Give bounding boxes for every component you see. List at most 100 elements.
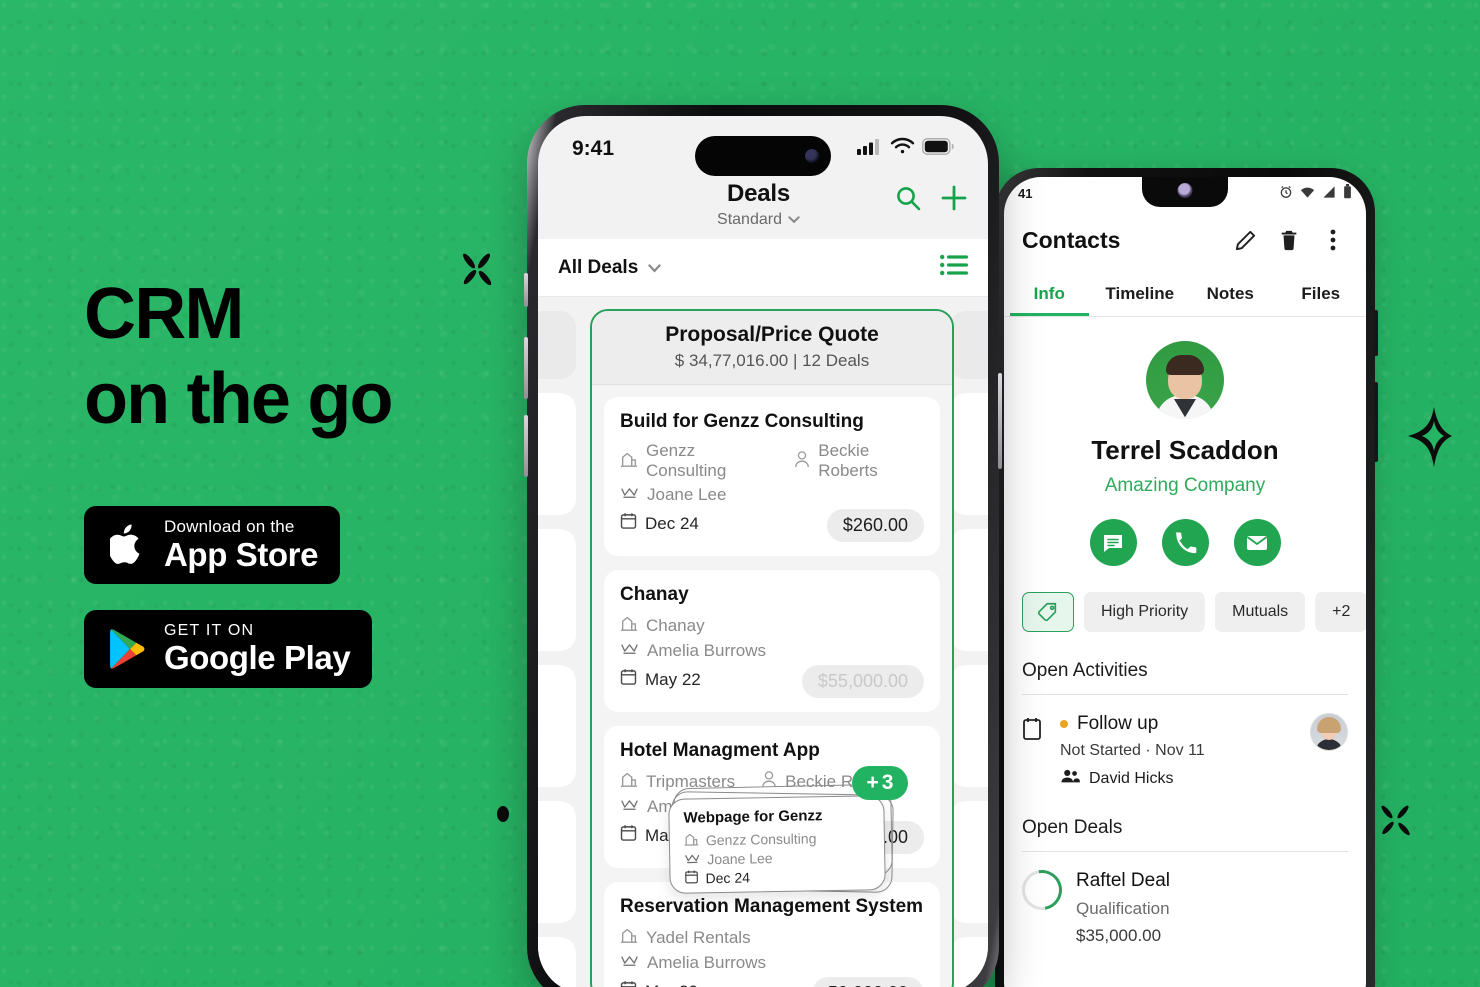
activity-title-row: Follow up (1060, 713, 1298, 735)
deal-title: Raftel Deal (1076, 870, 1170, 891)
tab-timeline[interactable]: Timeline (1095, 271, 1186, 316)
deal-card[interactable]: Chanay Chanay Amelia Burrows May 22 $55,… (604, 570, 940, 712)
dragged-deal-name: Webpage for Genzz (683, 807, 823, 827)
dragged-card-badge-plus: + (866, 771, 879, 794)
email-icon[interactable] (1233, 519, 1281, 566)
building-icon (684, 831, 699, 849)
calendar-icon (620, 980, 637, 987)
plus-icon[interactable] (940, 184, 968, 217)
open-deals-heading: Open Deals (1022, 817, 1123, 838)
deals-filter-label: All Deals (558, 256, 639, 278)
signal-icon (857, 137, 883, 161)
wifi-icon (890, 137, 915, 161)
iphone-mute-switch[interactable] (524, 273, 528, 307)
deals-filter-dropdown[interactable]: All Deals (558, 256, 662, 279)
crown-icon (620, 485, 639, 505)
tab-notes[interactable]: Notes (1185, 271, 1276, 316)
tab-info[interactable]: Info (1004, 271, 1095, 316)
trash-icon[interactable] (1274, 229, 1304, 251)
wifi-icon (1300, 185, 1315, 202)
page-title: Contacts (1022, 226, 1121, 253)
chevron-down-icon (787, 211, 800, 229)
deal-account: Yadel Rentals (646, 927, 751, 947)
search-icon[interactable] (895, 185, 921, 216)
kanban-column-previous[interactable] (538, 311, 576, 987)
deal-card[interactable]: Build for Genzz Consulting Genzz Consult… (604, 397, 940, 556)
app-store-badge[interactable]: Download on the App Store (84, 506, 341, 584)
phone-icon[interactable] (1161, 519, 1209, 566)
deal-card-placeholder (950, 529, 988, 651)
kanban-column-header-placeholder (538, 311, 576, 379)
dragged-deal-account: Genzz Consulting (705, 830, 817, 849)
tag-mutuals[interactable]: Mutuals (1215, 592, 1306, 632)
kanban-column-next[interactable] (950, 311, 988, 987)
hero-heading: CRM on the go (84, 272, 394, 442)
front-camera-icon (805, 149, 819, 163)
tag-mutuals-label: Mutuals (1232, 603, 1289, 620)
deal-contact: Beckie Roberts (818, 441, 878, 480)
chat-icon[interactable] (1089, 519, 1137, 566)
deal-card-placeholder (950, 801, 988, 923)
dragged-card-count-badge: + 3 (852, 766, 908, 800)
dragged-deal-owner-row: Joane Lee (684, 848, 870, 867)
activity-separator: · (1145, 742, 1151, 759)
deal-name: Reservation Management System (620, 896, 924, 917)
tag-high-priority[interactable]: High Priority (1084, 592, 1206, 632)
deals-kanban-board[interactable]: Proposal/Price Quote $ 34,77,016.00 | 12… (538, 297, 988, 987)
android-screen: 41 Contacts Info Timeline Notes Files Te… (1004, 177, 1366, 987)
contact-company[interactable]: Amazing Company (1004, 475, 1366, 497)
deal-account: Chanay (646, 615, 705, 635)
dragged-deal-card[interactable]: Webpage for Genzz Genzz Consulting Joane… (668, 795, 886, 894)
tab-files[interactable]: Files (1276, 271, 1367, 316)
deal-account: Genzz Consulting (646, 441, 727, 480)
activity-row[interactable]: Follow up Not Started · Nov 11 David Hic… (1004, 695, 1366, 789)
pencil-icon[interactable] (1230, 229, 1260, 252)
battery-icon (922, 137, 954, 161)
android-side-button[interactable] (1374, 310, 1378, 356)
deal-card-placeholder (538, 937, 576, 987)
building-icon (620, 926, 638, 949)
tab-files-label: Files (1301, 283, 1341, 303)
hero-line-1: CRM (84, 274, 244, 354)
four-point-star-icon (1400, 405, 1454, 474)
tag-overflow-count[interactable]: +2 (1315, 592, 1366, 632)
activity-date: Nov 11 (1155, 742, 1205, 759)
deal-account-row: Genzz Consulting Beckie Roberts (620, 441, 924, 481)
person-icon (794, 450, 810, 473)
activity-meta: Not Started · Nov 11 (1060, 742, 1298, 760)
google-play-badge[interactable]: GET IT ON Google Play (84, 610, 373, 688)
calendar-icon (620, 512, 637, 535)
iphone-mockup: 9:41 Deals Standard All Deals Proposal/P… (524, 105, 1002, 987)
status-dot (1060, 720, 1068, 728)
iphone-power-button[interactable] (998, 373, 1002, 469)
android-notch (1142, 177, 1228, 207)
kanban-column-body: Build for Genzz Consulting Genzz Consult… (592, 385, 952, 987)
dragged-deal-card-stack[interactable]: Webpage for Genzz Genzz Consulting Joane… (668, 766, 908, 894)
tag-icon[interactable] (1022, 592, 1074, 632)
more-vertical-icon[interactable] (1318, 228, 1348, 252)
list-view-icon[interactable] (940, 254, 968, 281)
deal-amount: $35,000.00 (1076, 926, 1162, 945)
deal-date: Mar 20 (645, 982, 698, 987)
android-volume-button[interactable] (1374, 382, 1378, 462)
deal-date-row: Dec 24 (620, 512, 699, 535)
calendar-icon (620, 824, 637, 847)
deal-row[interactable]: Raftel Deal Qualification $35,000.00 (1004, 852, 1366, 946)
building-icon (620, 450, 638, 473)
android-status-time: 41 (1018, 185, 1033, 201)
iphone-volume-down-button[interactable] (524, 415, 528, 477)
open-activities-section: Open Activities Follow up Not Started · (1004, 660, 1366, 789)
app-store-badge-small: Download on the (164, 517, 295, 537)
dragged-deal-date: Dec 24 (705, 869, 751, 887)
crown-icon (620, 641, 639, 661)
iphone-screen: 9:41 Deals Standard All Deals Proposal/P… (538, 116, 988, 987)
app-store-badge-big: App Store (164, 535, 319, 573)
avatar[interactable] (1146, 341, 1224, 419)
tag-high-priority-label: High Priority (1101, 603, 1189, 620)
front-camera-icon (1177, 183, 1193, 198)
deal-owner-row: Amelia Burrows (620, 953, 924, 973)
open-deals-section: Open Deals Raftel Deal Qualification $35… (1004, 817, 1366, 946)
iphone-volume-up-button[interactable] (524, 337, 528, 399)
deal-card[interactable]: Reservation Management System Yadel Rent… (604, 882, 940, 987)
layout-selector[interactable]: Standard (622, 211, 895, 229)
